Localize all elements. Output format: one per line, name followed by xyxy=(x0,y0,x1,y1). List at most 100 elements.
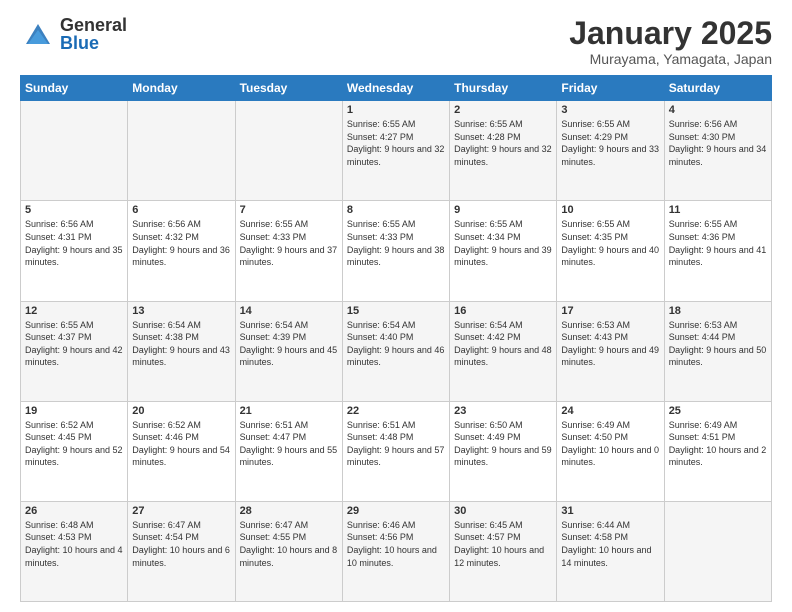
day-number: 12 xyxy=(25,305,123,317)
day-info: Sunrise: 6:55 AM Sunset: 4:33 PM Dayligh… xyxy=(240,218,338,268)
calendar-cell: 17Sunrise: 6:53 AM Sunset: 4:43 PM Dayli… xyxy=(557,301,664,401)
day-number: 27 xyxy=(132,505,230,517)
day-info: Sunrise: 6:54 AM Sunset: 4:40 PM Dayligh… xyxy=(347,319,445,369)
day-info: Sunrise: 6:54 AM Sunset: 4:39 PM Dayligh… xyxy=(240,319,338,369)
calendar-cell: 30 Sunrise: 6:45 AM Sunset: 4:57 PM Dayli… xyxy=(450,501,557,601)
day-header-monday: Monday xyxy=(128,76,235,101)
calendar-cell: 23Sunrise: 6:50 AM Sunset: 4:49 PM Dayli… xyxy=(450,401,557,501)
day-info: Sunrise: 6:56 AM Sunset: 4:32 PM Dayligh… xyxy=(132,218,230,268)
calendar-cell: 1 Sunrise: 6:55 AM Sunset: 4:27 PM Daylig… xyxy=(342,101,449,201)
calendar-cell xyxy=(235,101,342,201)
day-number: 6 xyxy=(132,204,230,216)
calendar-cell: 12 Sunrise: 6:55 AM Sunset: 4:37 PM Dayli… xyxy=(21,301,128,401)
calendar-cell: 28 Sunrise: 6:47 AM Sunset: 4:55 PM Dayli… xyxy=(235,501,342,601)
day-info: Sunrise: 6:55 AM Sunset: 4:28 PM Dayligh… xyxy=(454,118,552,168)
day-number: 7 xyxy=(240,204,338,216)
day-number: 9 xyxy=(454,204,552,216)
calendar-header-row: SundayMondayTuesdayWednesdayThursdayFrid… xyxy=(21,76,772,101)
day-info: Sunrise: 6:55 AM Sunset: 4:27 PM Dayligh… xyxy=(347,118,445,168)
day-number: 22 xyxy=(347,405,445,417)
title-block: January 2025 Murayama, Yamagata, Japan xyxy=(569,16,772,67)
header: General Blue January 2025 Murayama, Yama… xyxy=(20,16,772,67)
logo-icon xyxy=(20,16,56,52)
day-info: Sunrise: 6:47 AM Sunset: 4:54 PM Dayligh… xyxy=(132,519,230,569)
day-header-friday: Friday xyxy=(557,76,664,101)
day-number: 1 xyxy=(347,104,445,116)
calendar-cell xyxy=(664,501,771,601)
day-info: Sunrise: 6:56 AM Sunset: 4:30 PM Dayligh… xyxy=(669,118,767,168)
day-info: Sunrise: 6:47 AM Sunset: 4:55 PM Dayligh… xyxy=(240,519,338,569)
calendar-cell xyxy=(128,101,235,201)
calendar-cell: 18 Sunrise: 6:53 AM Sunset: 4:44 PM Dayli… xyxy=(664,301,771,401)
day-info: Sunrise: 6:53 AM Sunset: 4:44 PM Dayligh… xyxy=(669,319,767,369)
calendar-cell: 9 Sunrise: 6:55 AM Sunset: 4:34 PM Daylig… xyxy=(450,201,557,301)
calendar-cell: 16 Sunrise: 6:54 AM Sunset: 4:42 PM Dayli… xyxy=(450,301,557,401)
day-info: Sunrise: 6:52 AM Sunset: 4:46 PM Dayligh… xyxy=(132,419,230,469)
day-info: Sunrise: 6:46 AM Sunset: 4:56 PM Dayligh… xyxy=(347,519,445,569)
calendar-week-3: 12 Sunrise: 6:55 AM Sunset: 4:37 PM Dayli… xyxy=(21,301,772,401)
day-info: Sunrise: 6:56 AM Sunset: 4:31 PM Dayligh… xyxy=(25,218,123,268)
day-number: 2 xyxy=(454,104,552,116)
calendar-cell: 19Sunrise: 6:52 AM Sunset: 4:45 PM Dayli… xyxy=(21,401,128,501)
calendar-cell: 29 Sunrise: 6:46 AM Sunset: 4:56 PM Dayli… xyxy=(342,501,449,601)
day-number: 4 xyxy=(669,104,767,116)
day-number: 10 xyxy=(561,204,659,216)
day-info: Sunrise: 6:55 AM Sunset: 4:37 PM Dayligh… xyxy=(25,319,123,369)
day-header-sunday: Sunday xyxy=(21,76,128,101)
day-info: Sunrise: 6:55 AM Sunset: 4:34 PM Dayligh… xyxy=(454,218,552,268)
day-info: Sunrise: 6:51 AM Sunset: 4:47 PM Dayligh… xyxy=(240,419,338,469)
calendar-week-1: 1 Sunrise: 6:55 AM Sunset: 4:27 PM Daylig… xyxy=(21,101,772,201)
day-info: Sunrise: 6:49 AM Sunset: 4:51 PM Dayligh… xyxy=(669,419,767,469)
day-number: 14 xyxy=(240,305,338,317)
calendar-week-4: 19Sunrise: 6:52 AM Sunset: 4:45 PM Dayli… xyxy=(21,401,772,501)
day-info: Sunrise: 6:54 AM Sunset: 4:38 PM Dayligh… xyxy=(132,319,230,369)
calendar-cell: 26 Sunrise: 6:48 AM Sunset: 4:53 PM Dayli… xyxy=(21,501,128,601)
day-info: Sunrise: 6:52 AM Sunset: 4:45 PM Dayligh… xyxy=(25,419,123,469)
calendar-cell: 25 Sunrise: 6:49 AM Sunset: 4:51 PM Dayli… xyxy=(664,401,771,501)
day-info: Sunrise: 6:50 AM Sunset: 4:49 PM Dayligh… xyxy=(454,419,552,469)
calendar-cell: 20 Sunrise: 6:52 AM Sunset: 4:46 PM Dayli… xyxy=(128,401,235,501)
calendar-cell: 6 Sunrise: 6:56 AM Sunset: 4:32 PM Daylig… xyxy=(128,201,235,301)
calendar-table: SundayMondayTuesdayWednesdayThursdayFrid… xyxy=(20,75,772,602)
day-number: 29 xyxy=(347,505,445,517)
day-number: 28 xyxy=(240,505,338,517)
calendar-week-2: 5Sunrise: 6:56 AM Sunset: 4:31 PM Daylig… xyxy=(21,201,772,301)
day-header-saturday: Saturday xyxy=(664,76,771,101)
day-header-thursday: Thursday xyxy=(450,76,557,101)
day-number: 31 xyxy=(561,505,659,517)
day-number: 3 xyxy=(561,104,659,116)
calendar-cell: 13 Sunrise: 6:54 AM Sunset: 4:38 PM Dayli… xyxy=(128,301,235,401)
day-number: 25 xyxy=(669,405,767,417)
calendar-cell: 3 Sunrise: 6:55 AM Sunset: 4:29 PM Daylig… xyxy=(557,101,664,201)
day-header-wednesday: Wednesday xyxy=(342,76,449,101)
calendar-cell: 14 Sunrise: 6:54 AM Sunset: 4:39 PM Dayli… xyxy=(235,301,342,401)
day-info: Sunrise: 6:54 AM Sunset: 4:42 PM Dayligh… xyxy=(454,319,552,369)
day-number: 24 xyxy=(561,405,659,417)
day-info: Sunrise: 6:45 AM Sunset: 4:57 PM Dayligh… xyxy=(454,519,552,569)
day-number: 30 xyxy=(454,505,552,517)
day-number: 18 xyxy=(669,305,767,317)
day-header-tuesday: Tuesday xyxy=(235,76,342,101)
calendar-cell: 2 Sunrise: 6:55 AM Sunset: 4:28 PM Daylig… xyxy=(450,101,557,201)
day-number: 21 xyxy=(240,405,338,417)
day-number: 13 xyxy=(132,305,230,317)
subtitle: Murayama, Yamagata, Japan xyxy=(569,51,772,67)
calendar-cell: 24Sunrise: 6:49 AM Sunset: 4:50 PM Dayli… xyxy=(557,401,664,501)
day-number: 16 xyxy=(454,305,552,317)
day-number: 20 xyxy=(132,405,230,417)
day-info: Sunrise: 6:48 AM Sunset: 4:53 PM Dayligh… xyxy=(25,519,123,569)
day-info: Sunrise: 6:55 AM Sunset: 4:29 PM Dayligh… xyxy=(561,118,659,168)
calendar-cell: 8Sunrise: 6:55 AM Sunset: 4:33 PM Daylig… xyxy=(342,201,449,301)
logo: General Blue xyxy=(20,16,127,52)
page: General Blue January 2025 Murayama, Yama… xyxy=(0,0,792,612)
day-number: 17 xyxy=(561,305,659,317)
logo-blue: Blue xyxy=(60,34,127,52)
day-info: Sunrise: 6:55 AM Sunset: 4:35 PM Dayligh… xyxy=(561,218,659,268)
day-info: Sunrise: 6:44 AM Sunset: 4:58 PM Dayligh… xyxy=(561,519,659,569)
calendar-cell: 7 Sunrise: 6:55 AM Sunset: 4:33 PM Daylig… xyxy=(235,201,342,301)
calendar-cell: 22Sunrise: 6:51 AM Sunset: 4:48 PM Dayli… xyxy=(342,401,449,501)
calendar-cell: 11 Sunrise: 6:55 AM Sunset: 4:36 PM Dayli… xyxy=(664,201,771,301)
day-info: Sunrise: 6:55 AM Sunset: 4:36 PM Dayligh… xyxy=(669,218,767,268)
day-number: 11 xyxy=(669,204,767,216)
day-number: 26 xyxy=(25,505,123,517)
